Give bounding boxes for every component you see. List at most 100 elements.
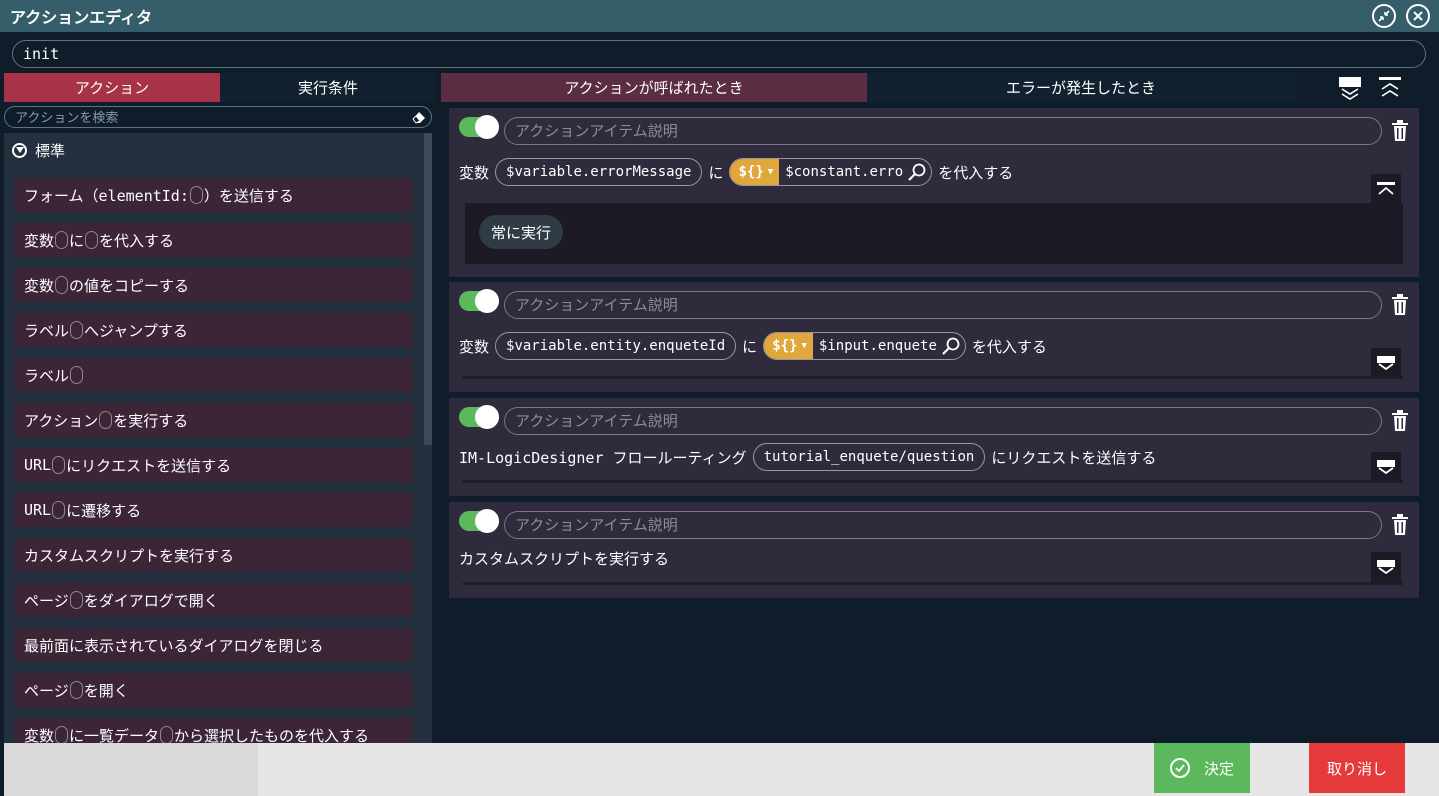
window-title: アクションエディタ bbox=[10, 8, 153, 27]
placeholder-slot bbox=[55, 231, 69, 249]
line-suffix: を代入する bbox=[971, 337, 1047, 356]
action-list-item[interactable]: URL に遷移する bbox=[14, 493, 413, 527]
close-icon[interactable] bbox=[1406, 4, 1430, 28]
action-line: カスタムスクリプトを実行する bbox=[459, 548, 669, 569]
placeholder-slot bbox=[55, 276, 69, 294]
value-text[interactable]: $input.enquete bbox=[813, 338, 941, 354]
trash-icon[interactable] bbox=[1391, 120, 1409, 142]
collapse-all-icon[interactable] bbox=[1378, 76, 1402, 100]
line-prefix: 変数 bbox=[459, 163, 490, 182]
type-dropdown[interactable]: ${} ▼ bbox=[730, 159, 780, 185]
group-header-standard[interactable]: 標準 bbox=[4, 133, 432, 167]
action-item-text: をダイアログで開く bbox=[83, 591, 219, 610]
tab-actions[interactable]: アクション bbox=[4, 73, 220, 102]
placeholder-slot bbox=[85, 231, 99, 249]
action-list-item[interactable]: URL にリクエストを送信する bbox=[14, 448, 413, 482]
action-item-text: ページ bbox=[24, 591, 69, 610]
action-list: フォーム（elementId: ）を送信する 変数にを代入する 変数 の値をコピーするラ… bbox=[4, 167, 432, 743]
line-mid: に bbox=[742, 337, 758, 356]
action-list-item[interactable]: カスタムスクリプトを実行する bbox=[14, 538, 413, 572]
placeholder-slot bbox=[69, 591, 83, 609]
collapse-card-icon[interactable] bbox=[1371, 174, 1401, 204]
footer-left-panel bbox=[4, 743, 258, 796]
ok-label: 決定 bbox=[1203, 759, 1234, 778]
type-dropdown[interactable]: ${} ▼ bbox=[764, 333, 813, 359]
line-prefix: 変数 bbox=[459, 337, 490, 356]
action-list-item[interactable]: 変数 に一覧データ から選択したものを代入する bbox=[14, 718, 413, 743]
trash-icon[interactable] bbox=[1391, 514, 1409, 536]
type-label: ${} bbox=[772, 338, 798, 354]
card-divider bbox=[463, 376, 1403, 379]
action-item-text: 変数 bbox=[24, 231, 55, 250]
value-text[interactable]: $constant.erro bbox=[779, 164, 907, 180]
value-combo: ${} ▼ $input.enquete bbox=[763, 332, 966, 360]
variable-pill[interactable]: $variable.errorMessage bbox=[495, 158, 703, 186]
action-item-text: に bbox=[69, 231, 85, 250]
action-item-text: ラベル bbox=[24, 366, 70, 385]
eraser-icon[interactable] bbox=[412, 110, 426, 124]
trash-icon[interactable] bbox=[1391, 294, 1409, 316]
line-text: カスタムスクリプトを実行する bbox=[459, 550, 670, 568]
action-item-card: 変数 $variable.entity.enqueteId に ${}▼ $in… bbox=[449, 282, 1419, 392]
footer-bar: 決定 取り消し bbox=[4, 743, 1439, 796]
enable-toggle[interactable] bbox=[459, 405, 499, 429]
description-input[interactable] bbox=[504, 117, 1382, 145]
action-list-item[interactable]: アクション を実行する bbox=[14, 403, 413, 437]
placeholder-slot bbox=[55, 726, 69, 743]
action-item-text: フォーム（elementId: bbox=[24, 186, 189, 205]
enable-toggle[interactable] bbox=[459, 115, 499, 139]
magnifier-icon[interactable] bbox=[941, 336, 961, 356]
line-mid: に bbox=[708, 163, 724, 182]
action-list-item[interactable]: フォーム（elementId: ）を送信する bbox=[14, 178, 413, 212]
action-item-text: ラベル bbox=[24, 321, 70, 340]
condition-area: 常に実行 bbox=[465, 203, 1403, 264]
action-item-text: URL bbox=[24, 501, 52, 519]
group-label: 標準 bbox=[35, 141, 66, 160]
action-list-item[interactable]: ページ をダイアログで開く bbox=[14, 583, 413, 617]
enable-toggle[interactable] bbox=[459, 509, 499, 533]
description-input[interactable] bbox=[504, 511, 1382, 539]
action-item-text: に遷移する bbox=[66, 501, 142, 520]
action-line: 変数 $variable.entity.enqueteId に ${} ▼ $in… bbox=[459, 332, 1047, 360]
action-list-item[interactable]: ページ を開く bbox=[14, 673, 413, 707]
action-list-item[interactable]: 最前面に表示されているダイアログを閉じる bbox=[14, 628, 413, 662]
enable-toggle[interactable] bbox=[459, 289, 499, 313]
description-input[interactable] bbox=[504, 407, 1382, 435]
action-list-scrollbar[interactable] bbox=[424, 133, 432, 445]
line-suffix: にリクエストを送信する bbox=[991, 448, 1157, 467]
variable-pill[interactable]: $variable.entity.enqueteId bbox=[495, 332, 737, 360]
description-input[interactable] bbox=[504, 291, 1382, 319]
action-search-input[interactable] bbox=[4, 106, 432, 128]
tab-on-error[interactable]: エラーが発生したとき bbox=[867, 73, 1295, 102]
action-item-text: を実行する bbox=[113, 411, 189, 430]
circle-chevron-down-icon bbox=[12, 142, 27, 158]
cancel-button[interactable]: 取り消し bbox=[1309, 743, 1405, 793]
expand-card-icon[interactable] bbox=[1371, 348, 1401, 378]
expand-all-icon[interactable] bbox=[1338, 76, 1362, 100]
action-list-item[interactable]: ラベル へジャンプする bbox=[14, 313, 413, 347]
placeholder-slot bbox=[70, 321, 84, 339]
action-item-text: へジャンプする bbox=[84, 321, 188, 340]
expand-card-icon[interactable] bbox=[1371, 452, 1401, 482]
action-name-row bbox=[0, 32, 1439, 74]
placeholder-slot bbox=[52, 456, 66, 474]
action-item-text: カスタムスクリプトを実行する bbox=[24, 546, 235, 565]
expand-card-icon[interactable] bbox=[1371, 552, 1401, 582]
action-list-item[interactable]: ラベル bbox=[14, 358, 413, 392]
route-pill[interactable]: tutorial_enquete/question bbox=[752, 443, 986, 471]
trash-icon[interactable] bbox=[1391, 410, 1409, 432]
card-divider bbox=[463, 480, 1403, 483]
value-combo: ${} ▼ $constant.erro bbox=[729, 158, 933, 186]
action-line: 変数 $variable.errorMessage に ${} ▼ $consta… bbox=[459, 158, 1013, 186]
restore-icon[interactable] bbox=[1372, 4, 1396, 28]
action-item-card: カスタムスクリプトを実行する bbox=[449, 502, 1419, 598]
action-list-item[interactable]: 変数 の値をコピーする bbox=[14, 268, 413, 302]
action-list-item[interactable]: 変数にを代入する bbox=[14, 223, 413, 257]
left-tabs: アクション 実行条件 bbox=[4, 73, 436, 102]
magnifier-icon[interactable] bbox=[907, 162, 927, 182]
tab-on-called[interactable]: アクションが呼ばれたとき bbox=[441, 73, 867, 102]
tab-conditions[interactable]: 実行条件 bbox=[220, 73, 436, 102]
condition-pill[interactable]: 常に実行 bbox=[479, 215, 564, 249]
ok-button[interactable]: 決定 bbox=[1154, 743, 1250, 793]
action-name-input[interactable] bbox=[12, 40, 1426, 68]
